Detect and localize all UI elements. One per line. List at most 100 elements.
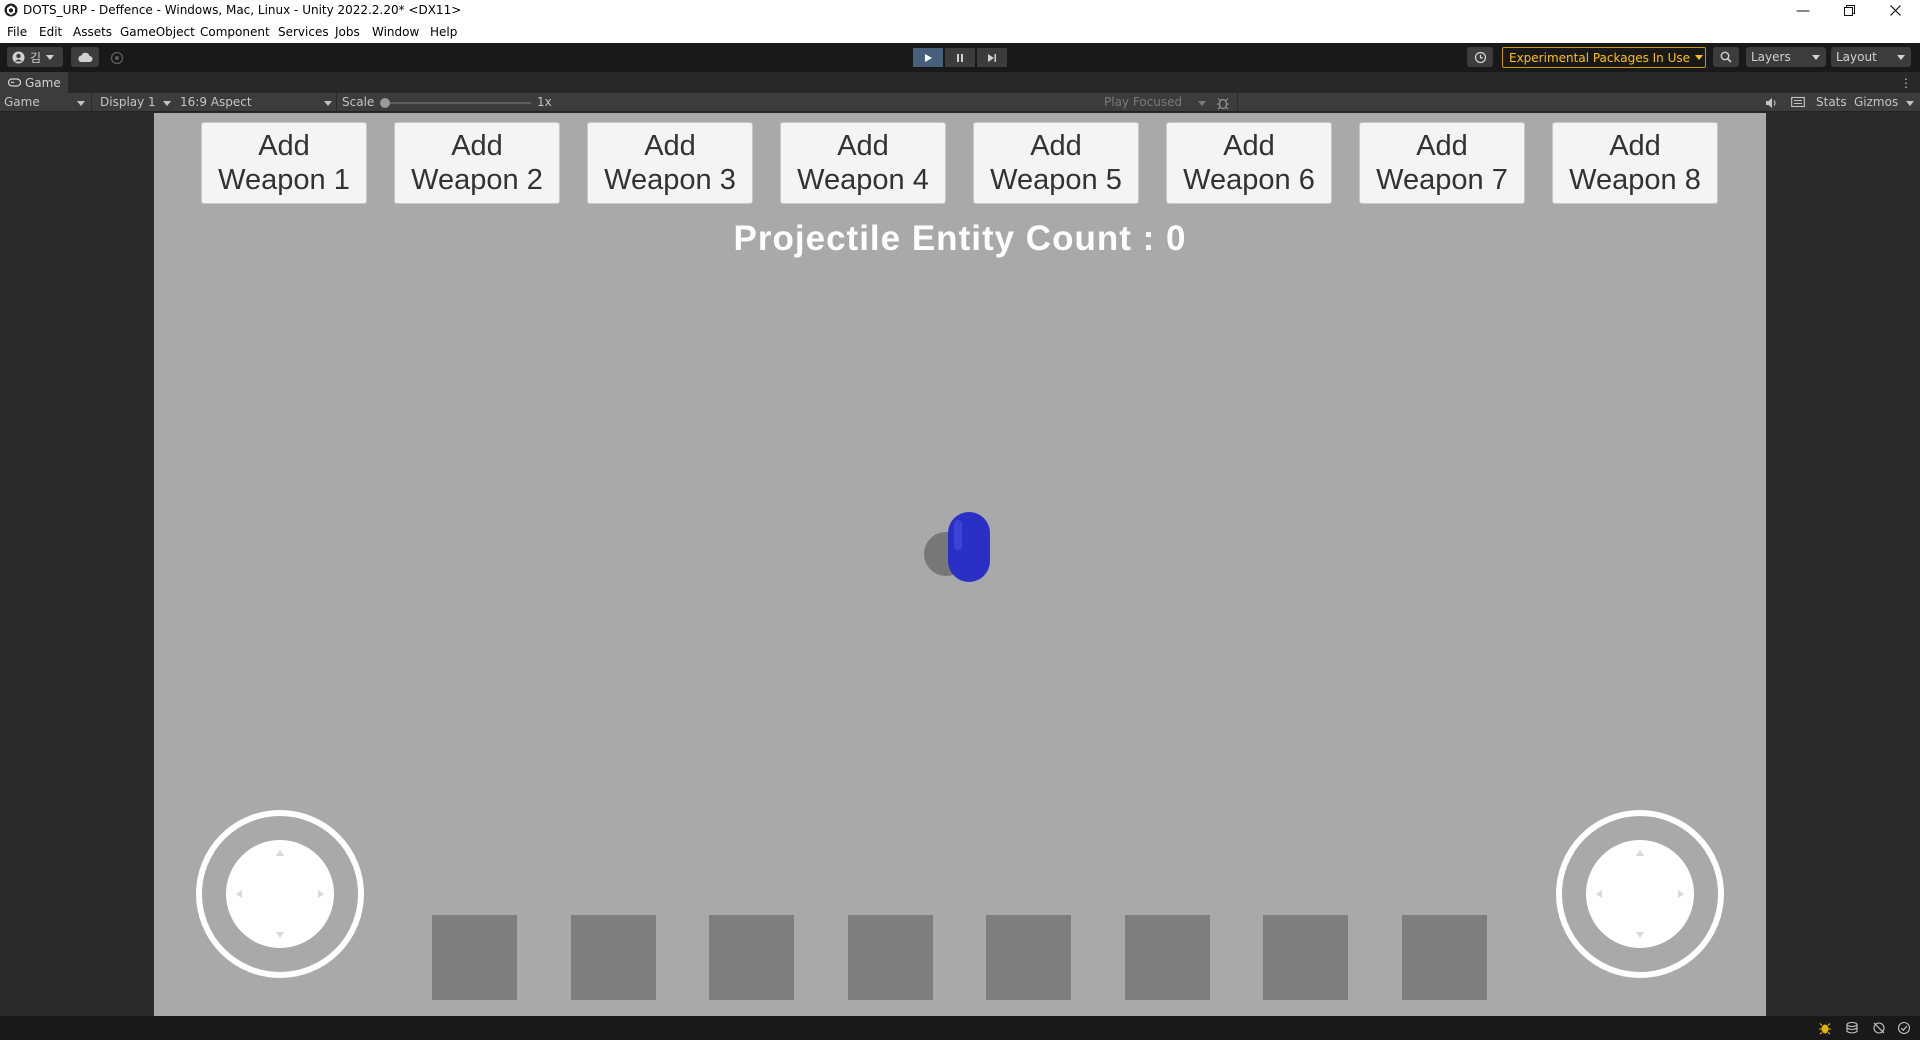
experimental-packages-badge[interactable]: Experimental Packages In Use bbox=[1502, 47, 1706, 68]
scale-label: Scale bbox=[342, 95, 375, 109]
tab-options-button[interactable]: ⋮ bbox=[1900, 76, 1912, 90]
auto-generate-lighting-icon[interactable] bbox=[1872, 1021, 1886, 1035]
undo-history-button[interactable] bbox=[1467, 47, 1493, 67]
arrow-up-icon bbox=[276, 850, 284, 856]
cloud-button[interactable] bbox=[71, 47, 99, 67]
weapon-slot-6[interactable] bbox=[1125, 915, 1210, 1000]
window-title: DOTS_URP - Deffence - Windows, Mac, Linu… bbox=[23, 3, 462, 17]
mute-audio-toggle[interactable] bbox=[1764, 96, 1778, 110]
gamepad-icon bbox=[8, 78, 21, 87]
chevron-down-icon bbox=[1812, 54, 1820, 60]
menu-bar: File Edit Assets GameObject Component Se… bbox=[0, 21, 1920, 43]
arrow-down-icon bbox=[1636, 932, 1644, 938]
layers-dropdown[interactable]: Layers bbox=[1746, 47, 1826, 67]
debug-mode-icon[interactable] bbox=[1818, 1021, 1832, 1035]
restore-icon bbox=[1843, 5, 1855, 16]
add-weapon-7-button[interactable]: Add Weapon 7 bbox=[1359, 122, 1525, 204]
arrow-down-icon bbox=[276, 932, 284, 938]
weapon-slot-4[interactable] bbox=[848, 915, 933, 1000]
arrow-left-icon bbox=[1596, 890, 1602, 898]
account-button[interactable]: 김 bbox=[7, 47, 63, 67]
main-toolbar: 김 Experimental Packages In Use Layers La… bbox=[0, 43, 1920, 72]
title-bar: DOTS_URP - Deffence - Windows, Mac, Linu… bbox=[0, 0, 1920, 21]
menu-gameobject[interactable]: GameObject bbox=[120, 25, 195, 39]
menu-component[interactable]: Component bbox=[200, 25, 270, 39]
gizmos-label: Gizmos bbox=[1854, 95, 1899, 109]
play-mode-dropdown[interactable]: Play Focused bbox=[1100, 93, 1210, 112]
close-icon bbox=[1889, 5, 1901, 16]
experimental-packages-label: Experimental Packages In Use bbox=[1509, 50, 1691, 65]
display-dropdown[interactable]: Display 1 bbox=[92, 93, 172, 112]
menu-services[interactable]: Services bbox=[278, 25, 329, 39]
right-joystick[interactable] bbox=[1556, 810, 1724, 978]
menu-help[interactable]: Help bbox=[430, 25, 457, 39]
frame-debugger-toggle[interactable] bbox=[1216, 96, 1230, 110]
history-icon bbox=[1474, 51, 1486, 63]
display-label: Display 1 bbox=[100, 95, 156, 109]
pause-icon bbox=[957, 53, 963, 62]
play-icon bbox=[925, 53, 932, 62]
add-weapon-4-button[interactable]: Add Weapon 4 bbox=[780, 122, 946, 204]
gizmos-dropdown[interactable]: Gizmos bbox=[1852, 93, 1914, 112]
menu-edit[interactable]: Edit bbox=[39, 25, 62, 39]
add-weapon-6-button[interactable]: Add Weapon 6 bbox=[1166, 122, 1332, 204]
check-circle-icon[interactable] bbox=[1897, 1021, 1911, 1035]
add-weapon-3-button[interactable]: Add Weapon 3 bbox=[587, 122, 753, 204]
layout-dropdown[interactable]: Layout bbox=[1831, 47, 1911, 67]
add-weapon-8-button[interactable]: Add Weapon 8 bbox=[1552, 122, 1718, 204]
account-initial: 김 bbox=[30, 50, 42, 65]
pause-button[interactable] bbox=[945, 48, 975, 67]
weapon-slot-8[interactable] bbox=[1402, 915, 1487, 1000]
menu-file[interactable]: File bbox=[7, 25, 27, 39]
weapon-slot-3[interactable] bbox=[709, 915, 794, 1000]
collab-button[interactable] bbox=[110, 50, 124, 65]
stats-toggle[interactable]: Stats bbox=[1816, 95, 1847, 109]
keyboard-icon bbox=[1791, 96, 1805, 108]
weapon-slot-1[interactable] bbox=[432, 915, 517, 1000]
tab-game[interactable]: Game bbox=[0, 72, 68, 93]
chevron-down-icon bbox=[46, 54, 55, 60]
view-mode-label: Game bbox=[4, 95, 40, 109]
status-bar bbox=[0, 1016, 1920, 1040]
weapon-slot-5[interactable] bbox=[986, 915, 1071, 1000]
play-button[interactable] bbox=[913, 48, 943, 67]
game-viewport[interactable]: Add Weapon 1 Add Weapon 2 Add Weapon 3 A… bbox=[154, 113, 1766, 1016]
speaker-icon bbox=[1766, 98, 1776, 108]
scale-slider-handle[interactable] bbox=[380, 98, 390, 108]
step-button[interactable] bbox=[977, 48, 1007, 67]
play-mode-label: Play Focused bbox=[1104, 95, 1183, 109]
arrow-right-icon bbox=[318, 890, 324, 898]
step-icon bbox=[988, 53, 996, 62]
add-weapon-5-button[interactable]: Add Weapon 5 bbox=[973, 122, 1139, 204]
entity-count-value: 0 bbox=[1165, 219, 1187, 258]
left-joystick[interactable] bbox=[196, 810, 364, 978]
projectile-entity-count: Projectile Entity Count : 0 bbox=[154, 219, 1766, 259]
shortcuts-toggle[interactable] bbox=[1791, 96, 1805, 109]
add-weapon-2-button[interactable]: Add Weapon 2 bbox=[394, 122, 560, 204]
chevron-down-icon bbox=[1695, 55, 1704, 60]
add-weapon-1-button[interactable]: Add Weapon 1 bbox=[201, 122, 367, 204]
aspect-dropdown[interactable]: 16:9 Aspect bbox=[174, 93, 334, 112]
scale-slider-track[interactable] bbox=[383, 102, 531, 104]
search-icon bbox=[1720, 51, 1732, 63]
chevron-down-icon bbox=[1198, 101, 1206, 106]
cache-server-icon[interactable] bbox=[1845, 1021, 1859, 1035]
view-mode-dropdown[interactable]: Game bbox=[0, 93, 88, 112]
close-button[interactable] bbox=[1872, 0, 1918, 21]
menu-window[interactable]: Window bbox=[372, 25, 419, 39]
weapon-slot-7[interactable] bbox=[1263, 915, 1348, 1000]
weapon-slot-2[interactable] bbox=[571, 915, 656, 1000]
menu-jobs[interactable]: Jobs bbox=[335, 25, 360, 39]
player-highlight bbox=[954, 520, 962, 550]
restore-button[interactable] bbox=[1826, 0, 1872, 21]
unity-logo-icon bbox=[4, 3, 18, 17]
player-capsule bbox=[924, 512, 990, 582]
tab-game-label: Game bbox=[25, 75, 61, 90]
left-joystick-arrows bbox=[236, 850, 324, 938]
minimize-button[interactable]: — bbox=[1780, 0, 1826, 21]
game-tab-bar: Game ⋮ bbox=[0, 72, 1920, 93]
more-vertical-icon: ⋮ bbox=[1900, 76, 1912, 90]
menu-assets[interactable]: Assets bbox=[73, 25, 112, 39]
bug-icon bbox=[1217, 98, 1229, 110]
search-button[interactable] bbox=[1713, 47, 1739, 67]
